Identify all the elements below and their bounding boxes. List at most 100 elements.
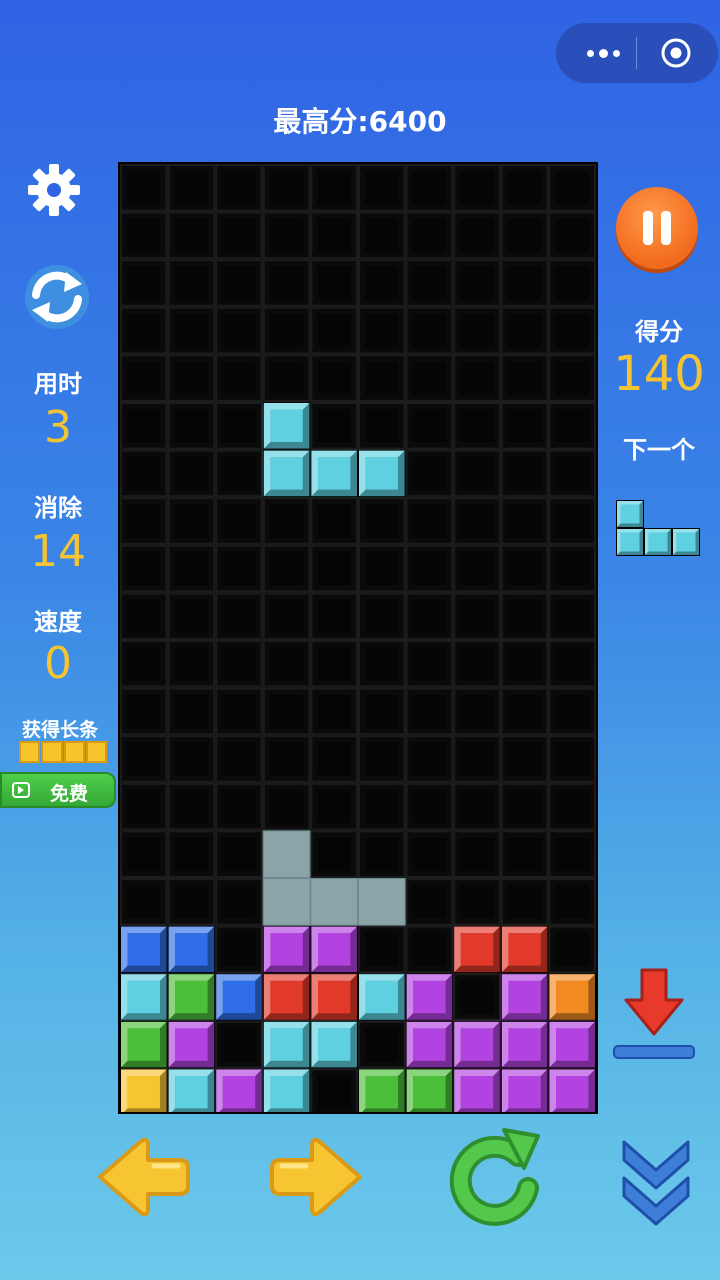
long-bar-icon	[19, 741, 107, 763]
empty-cell	[167, 592, 216, 640]
empty-cell	[500, 687, 549, 736]
refresh-icon[interactable]	[22, 262, 92, 332]
empty-cell	[500, 259, 549, 307]
empty-cell	[262, 687, 311, 736]
empty-cell	[215, 592, 263, 640]
active-block	[262, 402, 311, 450]
empty-cell	[358, 544, 406, 593]
locked-block	[548, 1068, 596, 1112]
empty-cell	[120, 449, 168, 498]
locked-block	[405, 1020, 454, 1069]
empty-cell	[405, 402, 454, 450]
empty-cell	[215, 1020, 263, 1069]
empty-cell	[453, 259, 501, 307]
empty-cell	[167, 640, 216, 688]
empty-cell	[405, 354, 454, 402]
locked-block	[500, 1068, 549, 1112]
empty-cell	[453, 402, 501, 450]
empty-cell	[453, 211, 501, 260]
empty-cell	[310, 735, 358, 783]
empty-cell	[120, 640, 168, 688]
empty-cell	[453, 735, 501, 783]
next-block	[672, 528, 700, 556]
ghost-block	[262, 830, 311, 879]
empty-cell	[405, 735, 454, 783]
locked-block	[405, 973, 454, 1021]
empty-cell	[548, 306, 596, 355]
empty-cell	[215, 164, 263, 212]
board-grid	[120, 164, 596, 1112]
arrow-right-icon[interactable]	[268, 1136, 364, 1218]
empty-cell	[548, 592, 596, 640]
empty-cell	[167, 449, 216, 498]
empty-cell	[262, 735, 311, 783]
empty-cell	[500, 497, 549, 545]
game-board[interactable]	[118, 162, 598, 1114]
empty-cell	[167, 402, 216, 450]
empty-cell	[453, 640, 501, 688]
empty-cell	[453, 878, 501, 926]
empty-cell	[310, 259, 358, 307]
empty-cell	[262, 640, 311, 688]
empty-cell	[215, 640, 263, 688]
locked-block	[358, 1068, 406, 1112]
empty-cell	[167, 687, 216, 736]
hard-drop-icon[interactable]	[608, 964, 700, 1064]
gear-icon[interactable]	[26, 162, 82, 218]
empty-cell	[262, 497, 311, 545]
empty-cell	[548, 925, 596, 974]
best-score-value: 6400	[368, 105, 447, 138]
capsule-divider	[636, 37, 637, 69]
empty-cell	[500, 306, 549, 355]
locked-block	[310, 1020, 358, 1069]
next-block	[616, 500, 644, 528]
empty-cell	[120, 211, 168, 260]
empty-cell	[405, 878, 454, 926]
empty-cell	[310, 306, 358, 355]
rotate-icon[interactable]	[448, 1126, 544, 1226]
empty-cell	[262, 164, 311, 212]
empty-cell	[310, 640, 358, 688]
empty-cell	[358, 592, 406, 640]
empty-cell	[358, 782, 406, 831]
empty-cell	[120, 782, 168, 831]
free-bonus-button[interactable]: 免费	[0, 772, 116, 808]
empty-cell	[167, 306, 216, 355]
pause-button[interactable]	[616, 187, 698, 269]
empty-cell	[167, 544, 216, 593]
next-label: 下一个	[623, 436, 695, 464]
empty-cell	[358, 164, 406, 212]
empty-cell	[453, 687, 501, 736]
empty-cell	[120, 878, 168, 926]
empty-cell	[262, 592, 311, 640]
empty-cell	[358, 1020, 406, 1069]
target-icon[interactable]	[660, 37, 692, 69]
empty-cell	[215, 354, 263, 402]
empty-cell	[453, 306, 501, 355]
empty-cell	[453, 973, 501, 1021]
locked-block	[310, 973, 358, 1021]
more-dots-icon[interactable]	[578, 33, 628, 73]
empty-cell	[120, 687, 168, 736]
locked-block	[262, 1020, 311, 1069]
empty-cell	[548, 354, 596, 402]
empty-cell	[120, 735, 168, 783]
empty-cell	[548, 211, 596, 260]
empty-cell	[548, 449, 596, 498]
empty-cell	[215, 830, 263, 879]
empty-cell	[358, 402, 406, 450]
locked-block	[167, 973, 216, 1021]
empty-cell	[358, 925, 406, 974]
arrow-left-icon[interactable]	[96, 1136, 192, 1218]
empty-cell	[358, 687, 406, 736]
double-chevron-down-icon[interactable]	[618, 1134, 694, 1226]
empty-cell	[215, 211, 263, 260]
empty-cell	[120, 497, 168, 545]
empty-cell	[405, 497, 454, 545]
empty-cell	[500, 544, 549, 593]
empty-cell	[120, 544, 168, 593]
empty-cell	[548, 544, 596, 593]
pause-icon	[643, 211, 653, 245]
locked-block	[310, 925, 358, 974]
empty-cell	[310, 211, 358, 260]
